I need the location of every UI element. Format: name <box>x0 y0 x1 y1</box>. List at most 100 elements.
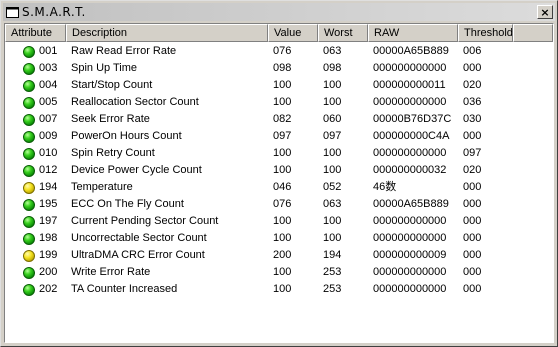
value-cell: 082 <box>273 113 292 125</box>
description-cell: Raw Read Error Rate <box>71 45 177 57</box>
table-row[interactable]: 001 Raw Read Error Rate 076 063 00000A65B889… <box>5 43 553 60</box>
description-cell: Current Pending Sector Count <box>71 215 219 227</box>
yellow-status-icon <box>23 181 35 194</box>
list-body: 001 Raw Read Error Rate 076 063 00000A65B889… <box>5 43 553 298</box>
raw-cell: 000000000000 <box>373 62 447 74</box>
description-cell: Seek Error Rate <box>71 113 150 125</box>
worst-cell: 052 <box>323 181 342 193</box>
smart-attribute-list[interactable]: Attribute Description Value Worst RAW Th… <box>4 23 554 343</box>
green-status-icon <box>23 45 35 58</box>
value-cell: 076 <box>273 45 292 57</box>
description-cell: Start/Stop Count <box>71 79 153 91</box>
raw-cell: 00000A65B889 <box>373 198 449 210</box>
attribute-id: 012 <box>39 164 58 176</box>
description-cell: Temperature <box>71 181 133 193</box>
value-cell: 100 <box>273 79 292 91</box>
raw-cell: 000000000009 <box>373 249 447 261</box>
worst-cell: 100 <box>323 147 342 159</box>
worst-cell: 253 <box>323 283 342 295</box>
value-cell: 100 <box>273 266 292 278</box>
attribute-id: 005 <box>39 96 58 108</box>
worst-cell: 097 <box>323 130 342 142</box>
threshold-cell: 000 <box>463 181 482 193</box>
threshold-cell: 000 <box>463 249 482 261</box>
table-row[interactable]: 199 UltraDMA CRC Error Count 200 194 0000000… <box>5 247 553 264</box>
value-cell: 098 <box>273 62 292 74</box>
column-header-description[interactable]: Description <box>66 24 268 42</box>
attribute-id: 003 <box>39 62 58 74</box>
table-row[interactable]: 005 Reallocation Sector Count 100 100 000000… <box>5 94 553 111</box>
value-cell: 200 <box>273 249 292 261</box>
attribute-cell: 007 <box>5 111 66 128</box>
table-row[interactable]: 012 Device Power Cycle Count 100 100 0000000… <box>5 162 553 179</box>
raw-cell: 000000000C4A <box>373 130 450 142</box>
table-row[interactable]: 009 PowerOn Hours Count 097 097 000000000C4A… <box>5 128 553 145</box>
raw-cell: 46数 <box>373 181 397 193</box>
close-button[interactable]: × <box>537 5 553 19</box>
worst-cell: 100 <box>323 215 342 227</box>
attribute-id: 198 <box>39 232 58 244</box>
threshold-cell: 000 <box>463 266 482 278</box>
table-row[interactable]: 198 Uncorrectable Sector Count 100 100 00000… <box>5 230 553 247</box>
threshold-cell: 097 <box>463 147 482 159</box>
value-cell: 100 <box>273 164 292 176</box>
green-status-icon <box>23 113 35 126</box>
attribute-id: 010 <box>39 147 58 159</box>
table-row[interactable]: 007 Seek Error Rate 082 060 00000B76D37C 030 <box>5 111 553 128</box>
description-cell: Write Error Rate <box>71 266 151 278</box>
threshold-cell: 020 <box>463 79 482 91</box>
threshold-cell: 000 <box>463 232 482 244</box>
attribute-cell: 010 <box>5 145 66 162</box>
green-status-icon <box>23 62 35 75</box>
worst-cell: 100 <box>323 164 342 176</box>
table-row[interactable]: 202 TA Counter Increased 100 253 00000000000… <box>5 281 553 298</box>
attribute-id: 194 <box>39 181 58 193</box>
threshold-cell: 000 <box>463 283 482 295</box>
green-status-icon <box>23 147 35 160</box>
threshold-cell: 006 <box>463 45 482 57</box>
worst-cell: 100 <box>323 232 342 244</box>
attribute-id: 200 <box>39 266 58 278</box>
green-status-icon <box>23 232 35 245</box>
attribute-cell: 197 <box>5 213 66 230</box>
green-status-icon <box>23 215 35 228</box>
column-header-worst[interactable]: Worst <box>318 24 368 42</box>
table-row[interactable]: 003 Spin Up Time 098 098 000000000000 000 <box>5 60 553 77</box>
table-row[interactable]: 195 ECC On The Fly Count 076 063 00000A65B88… <box>5 196 553 213</box>
table-row[interactable]: 004 Start/Stop Count 100 100 000000000011 020 <box>5 77 553 94</box>
value-cell: 097 <box>273 130 292 142</box>
attribute-cell: 202 <box>5 281 66 298</box>
attribute-cell: 003 <box>5 60 66 77</box>
column-header-attribute[interactable]: Attribute <box>5 24 66 42</box>
attribute-id: 195 <box>39 198 58 210</box>
attribute-id: 202 <box>39 283 58 295</box>
column-header-value[interactable]: Value <box>268 24 318 42</box>
attribute-cell: 009 <box>5 128 66 145</box>
column-header-threshold[interactable]: Threshold <box>458 24 513 42</box>
table-row[interactable]: 197 Current Pending Sector Count 100 100 000… <box>5 213 553 230</box>
table-row[interactable]: 200 Write Error Rate 100 253 000000000000 000 <box>5 264 553 281</box>
worst-cell: 253 <box>323 266 342 278</box>
raw-cell: 000000000000 <box>373 147 447 159</box>
table-row[interactable]: 194 Temperature 046 052 46数 000 <box>5 179 553 196</box>
value-cell: 100 <box>273 283 292 295</box>
attribute-id: 001 <box>39 45 58 57</box>
value-cell: 100 <box>273 96 292 108</box>
green-status-icon <box>23 130 35 143</box>
title-bar[interactable]: S.M.A.R.T. × <box>3 3 555 21</box>
threshold-cell: 030 <box>463 113 482 125</box>
attribute-cell: 199 <box>5 247 66 264</box>
attribute-id: 007 <box>39 113 58 125</box>
worst-cell: 194 <box>323 249 342 261</box>
description-cell: UltraDMA CRC Error Count <box>71 249 205 261</box>
worst-cell: 060 <box>323 113 342 125</box>
column-header-raw[interactable]: RAW <box>368 24 458 42</box>
value-cell: 100 <box>273 232 292 244</box>
worst-cell: 098 <box>323 62 342 74</box>
description-cell: ECC On The Fly Count <box>71 198 184 210</box>
green-status-icon <box>23 266 35 279</box>
raw-cell: 00000B76D37C <box>373 113 452 125</box>
description-cell: Spin Up Time <box>71 62 138 74</box>
table-row[interactable]: 010 Spin Retry Count 100 100 000000000000 097 <box>5 145 553 162</box>
list-header: Attribute Description Value Worst RAW Th… <box>5 24 553 42</box>
